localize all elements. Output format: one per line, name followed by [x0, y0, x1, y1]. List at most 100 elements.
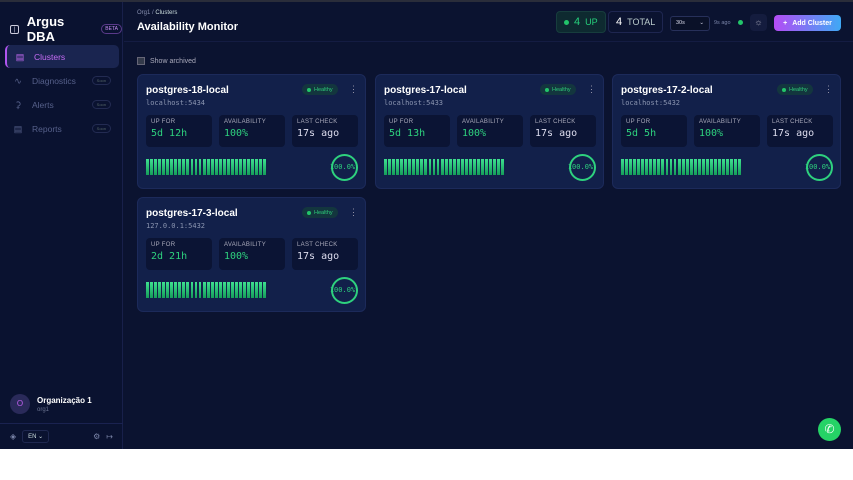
- cluster-host: 127.0.0.1:5432: [146, 222, 206, 230]
- uptime-bar: [452, 159, 456, 175]
- uptime-bar: [460, 159, 464, 175]
- uptime-bar: [392, 159, 395, 175]
- whatsapp-button[interactable]: ✆: [818, 418, 841, 441]
- uptime-bar: [629, 159, 632, 175]
- uptime-bar: [697, 159, 701, 175]
- uptime-bar: [239, 159, 242, 175]
- org-slug: org1: [37, 406, 50, 413]
- stat-value: 17s ago: [772, 128, 815, 139]
- sidebar-footer: ◈ EN ⌄ ⚙ ↦: [0, 423, 123, 449]
- uptime-bar: [206, 282, 210, 298]
- uptime-bar: [190, 282, 194, 298]
- header: Org1 / Clusters Availability Monitor 4 UP…: [124, 2, 853, 42]
- sidebar-item-alerts[interactable]: ⚳ Alerts Soon: [5, 93, 119, 116]
- uptime-bar: [444, 159, 448, 175]
- uptime-bar: [255, 282, 259, 298]
- last-check-stat: LAST CHECK 17s ago: [292, 115, 358, 147]
- more-options-icon[interactable]: ⋮: [349, 207, 358, 218]
- uptime-bar: [158, 282, 161, 298]
- app-logo: Argus DBA: [26, 14, 65, 44]
- stat-value: 100%: [224, 251, 249, 262]
- stat-label: UP FOR: [626, 119, 651, 125]
- uptime-bar: [178, 159, 182, 175]
- uptime-bar: [734, 159, 738, 175]
- status-badge: Healthy: [540, 84, 576, 95]
- stat-value: 17s ago: [297, 128, 340, 139]
- stat-value: 5d 13h: [389, 128, 426, 139]
- activity-icon: ∿: [14, 75, 22, 86]
- org-switcher[interactable]: O Organização 1 org1: [10, 394, 92, 414]
- uptime-bar: [263, 282, 267, 298]
- show-archived-checkbox[interactable]: Show archived: [137, 57, 196, 65]
- stat-label: LAST CHECK: [772, 119, 813, 125]
- up-for-stat: UP FOR 5d 5h: [621, 115, 687, 147]
- status-dot: [564, 19, 569, 25]
- uptime-bar: [701, 159, 705, 175]
- sidebar-item-reports[interactable]: ▤ Reports Soon: [5, 117, 119, 140]
- stat-label: UP FOR: [151, 242, 176, 248]
- uptime-bar: [186, 159, 190, 175]
- uptime-bar: [412, 159, 416, 175]
- uptime-bar: [235, 159, 238, 175]
- breadcrumb: Org1 / Clusters: [137, 10, 177, 16]
- stat-value: 5d 5h: [626, 128, 657, 139]
- status-dot: [307, 87, 311, 92]
- uptime-bar: [501, 159, 505, 175]
- more-options-icon[interactable]: ⋮: [349, 84, 358, 95]
- gear-icon[interactable]: ⚙: [93, 432, 100, 441]
- soon-badge: Soon: [91, 100, 111, 109]
- uptime-bar: [685, 159, 689, 175]
- sidebar-item-label: Clusters: [34, 51, 66, 62]
- uptime-bar: [657, 159, 661, 175]
- uptime-bar: [625, 159, 628, 175]
- uptime-bar: [641, 159, 645, 175]
- up-label: UP: [585, 17, 598, 27]
- uptime-bar: [485, 159, 489, 175]
- more-options-icon[interactable]: ⋮: [587, 84, 596, 95]
- uptime-bar: [259, 159, 263, 175]
- sidebar-item-clusters[interactable]: ▤ Clusters: [5, 45, 119, 68]
- uptime-bar: [247, 159, 251, 175]
- theme-toggle-sun-icon[interactable]: ☼: [750, 14, 767, 31]
- breadcrumb-separator: /: [152, 10, 154, 16]
- last-check-stat: LAST CHECK 17s ago: [530, 115, 596, 147]
- sidebar-item-diagnostics[interactable]: ∿ Diagnostics Soon: [5, 69, 119, 92]
- uptime-bar: [182, 159, 186, 175]
- breadcrumb-org[interactable]: Org1: [137, 10, 150, 16]
- uptime-bar: [182, 282, 186, 298]
- uptime-bar: [416, 159, 420, 175]
- logout-icon[interactable]: ↦: [106, 432, 113, 441]
- uptime-ring: 100.0%: [330, 277, 358, 304]
- uptime-bar: [206, 159, 210, 175]
- chevron-down-icon: ⌄: [699, 20, 704, 26]
- stat-label: LAST CHECK: [297, 119, 338, 125]
- uptime-bar: [718, 159, 721, 175]
- uptime-bar: [730, 159, 734, 175]
- uptime-bar: [202, 282, 206, 298]
- cluster-host: localhost:5432: [621, 99, 681, 107]
- cluster-card[interactable]: postgres-17-3-local 127.0.0.1:5432 Healt…: [137, 197, 366, 312]
- uptime-bar: [665, 159, 669, 175]
- cluster-card[interactable]: postgres-17-2-local localhost:5432 Healt…: [612, 74, 841, 189]
- up-for-stat: UP FOR 2d 21h: [146, 238, 212, 270]
- uptime-ring: 100.0%: [805, 154, 833, 181]
- uptime-bar: [222, 282, 226, 298]
- soon-badge: Soon: [91, 76, 111, 85]
- stat-value: 100%: [462, 128, 487, 139]
- uptime-bar: [404, 159, 408, 175]
- more-options-icon[interactable]: ⋮: [824, 84, 833, 95]
- uptime-bar: [198, 282, 202, 298]
- last-check-stat: LAST CHECK 17s ago: [767, 115, 833, 147]
- sidebar-item-label: Alerts: [32, 99, 54, 110]
- cluster-card[interactable]: postgres-17-local localhost:5433 Healthy…: [375, 74, 604, 189]
- add-cluster-button[interactable]: + Add Cluster: [774, 15, 841, 31]
- uptime-bar: [440, 159, 444, 175]
- status-text: Healthy: [789, 86, 808, 93]
- refresh-interval-select[interactable]: 30s ⌄: [670, 16, 710, 31]
- language-select[interactable]: EN ⌄: [22, 430, 50, 443]
- collapse-sidebar-icon[interactable]: |: [10, 24, 19, 34]
- uptime-bar: [388, 159, 391, 175]
- checkbox[interactable]: [137, 57, 145, 65]
- availability-stat: AVAILABILITY 100%: [694, 115, 760, 147]
- cluster-card[interactable]: postgres-18-local localhost:5434 Healthy…: [137, 74, 366, 189]
